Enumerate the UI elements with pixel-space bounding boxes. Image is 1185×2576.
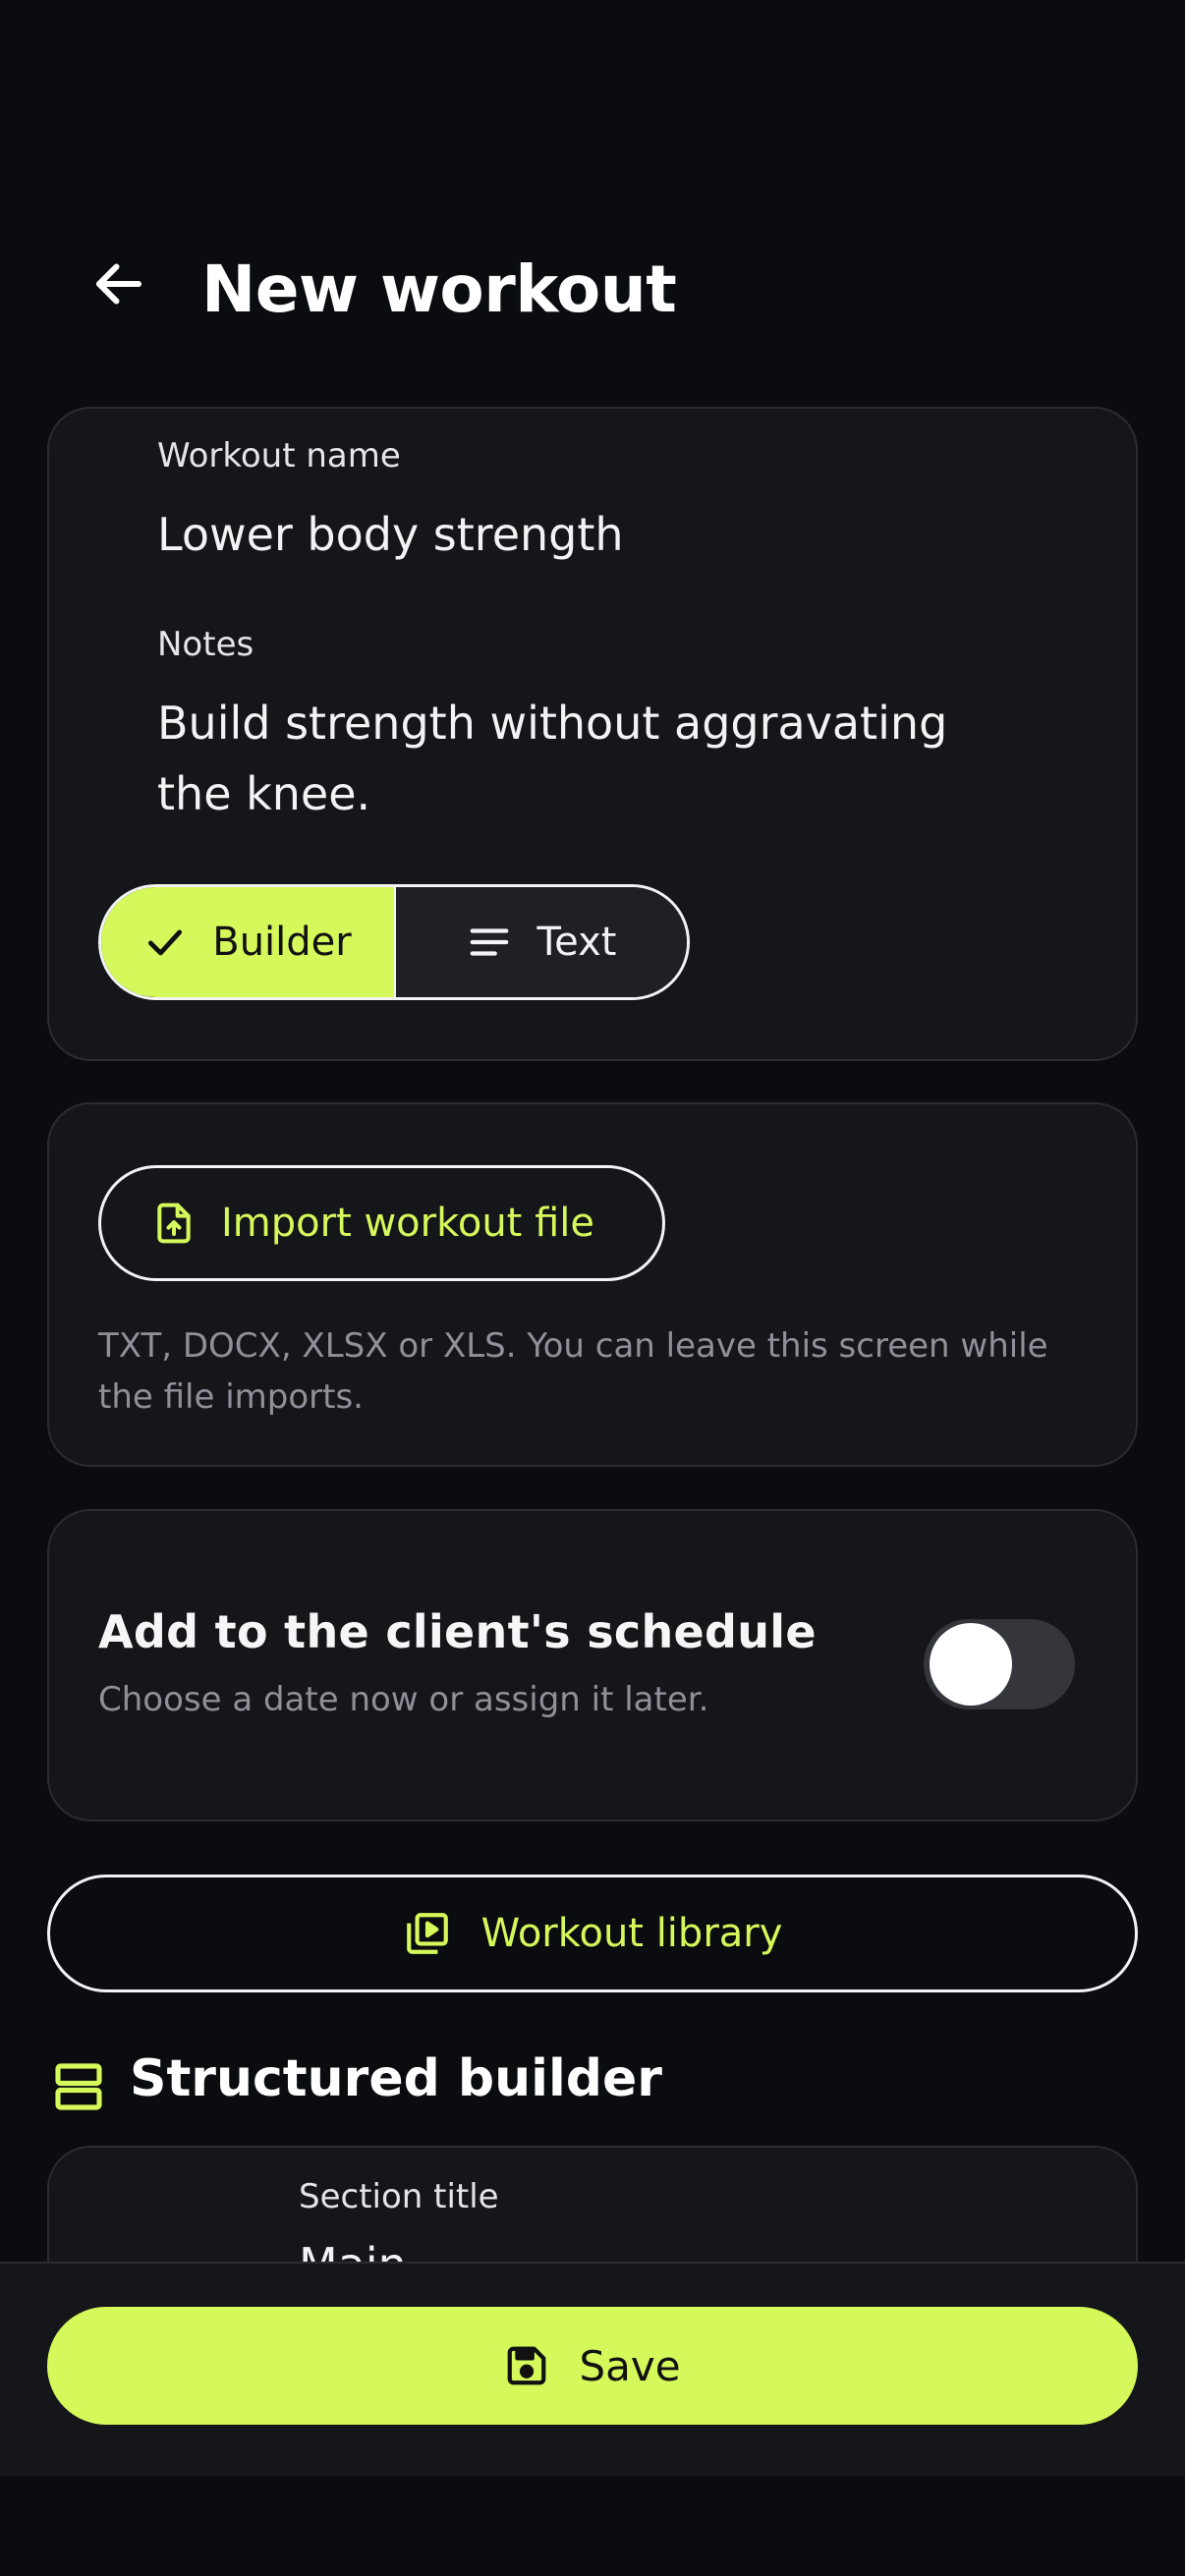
page-title: New workout (201, 252, 677, 327)
notes-line: the knee. (157, 767, 371, 820)
schedule-toggle[interactable] (924, 1619, 1075, 1709)
video-library-icon (406, 1913, 448, 1954)
mode-text-label: Text (536, 920, 617, 965)
notes-label: Notes (157, 625, 254, 664)
mode-segmented-control: Builder Text (98, 884, 690, 1000)
stacked-rows-icon (55, 2063, 102, 2110)
import-workout-file-button[interactable]: Import workout file (98, 1165, 665, 1281)
section-title-label: Section title (299, 2177, 499, 2216)
file-upload-icon (157, 1203, 191, 1244)
mode-builder-label: Builder (212, 920, 352, 965)
notes-line: Build strength without aggravating (157, 697, 948, 750)
schedule-title: Add to the client's schedule (98, 1605, 817, 1658)
system-nav-area (0, 2476, 1185, 2576)
save-label: Save (579, 2341, 681, 2390)
arrow-left-icon (96, 263, 141, 305)
mode-builder-button[interactable]: Builder (101, 887, 394, 997)
workout-name-label: Workout name (157, 436, 401, 476)
toggle-knob (930, 1623, 1012, 1706)
import-button-label: Import workout file (221, 1201, 594, 1246)
schedule-subtitle: Choose a date now or assign it later. (98, 1680, 709, 1719)
import-card: Import workout file TXT, DOCX, XLSX or X… (47, 1102, 1138, 1467)
text-lines-icon (470, 928, 508, 956)
import-help-text: TXT, DOCX, XLSX or XLS. You can leave th… (98, 1326, 1048, 1417)
schedule-card: Add to the client's schedule Choose a da… (47, 1509, 1138, 1821)
save-icon (508, 2346, 546, 2385)
structured-builder-title: Structured builder (130, 2049, 662, 2108)
back-button[interactable] (81, 246, 157, 322)
workout-details-card: Workout name Lower body strength Notes B… (47, 407, 1138, 1061)
workout-library-button[interactable]: Workout library (47, 1875, 1138, 1992)
check-icon (148, 929, 183, 956)
mode-text-button[interactable]: Text (394, 887, 687, 997)
bottom-action-bar: Save (0, 2262, 1185, 2476)
save-button[interactable]: Save (47, 2307, 1138, 2425)
workout-library-label: Workout library (480, 1911, 783, 1956)
workout-name-input[interactable]: Lower body strength (157, 499, 624, 570)
